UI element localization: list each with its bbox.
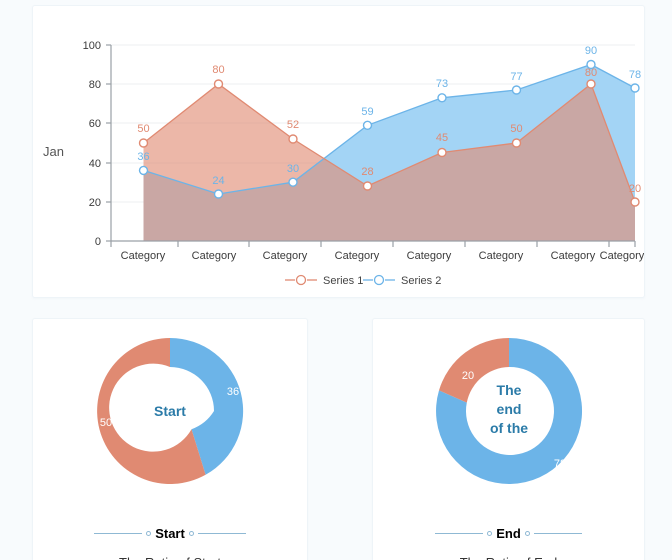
end-divider-label: End xyxy=(496,526,521,541)
y-tick-40: 40 xyxy=(89,158,101,170)
area-chart-card: 100 80 60 40 20 0 Jan 50 80 52 28 45 50 … xyxy=(32,5,645,298)
end-ratio-caption: The Ratio of End xyxy=(373,555,644,560)
series2-label-4: 73 xyxy=(436,78,448,90)
series2-label-7: 78 xyxy=(629,69,641,81)
series1-label-1: 80 xyxy=(212,64,224,76)
divider-line-right xyxy=(533,533,582,534)
series2-label-3: 59 xyxy=(361,106,373,118)
series1-label-3: 28 xyxy=(361,166,373,178)
start-donut-value-series1: 50 xyxy=(100,417,112,429)
x-label-5: Category xyxy=(479,250,524,262)
x-label-7: Category xyxy=(600,250,644,262)
end-donut-center-line-0: The xyxy=(497,382,522,398)
series1-label-4: 45 xyxy=(436,132,448,144)
end-donut-value-series1: 20 xyxy=(462,370,474,382)
divider-dot-right xyxy=(524,531,530,536)
divider-line-right xyxy=(197,533,246,534)
series2-label-2: 30 xyxy=(287,163,299,175)
y-tick-0: 0 xyxy=(95,236,101,248)
series2-label-0: 36 xyxy=(137,151,149,163)
divider-line-left xyxy=(94,533,143,534)
x-label-6: Category xyxy=(551,250,596,262)
y-tick-80: 80 xyxy=(89,79,101,91)
divider-dot-left xyxy=(487,531,493,536)
area-chart-svg[interactable]: 100 80 60 40 20 0 Jan 50 80 52 28 45 50 … xyxy=(33,6,644,297)
series2-label-5: 77 xyxy=(510,71,522,83)
end-donut-center-line-1: end xyxy=(497,401,522,417)
legend-label-series2: Series 2 xyxy=(401,275,441,287)
legend-item-series1[interactable]: Series 1 xyxy=(285,274,363,287)
start-ratio-caption: The Ratio of Start xyxy=(33,555,307,560)
start-donut-value-series2: 36 xyxy=(227,386,239,398)
y-tick-60: 60 xyxy=(89,118,101,130)
start-donut-center-label: Start xyxy=(154,403,186,419)
series2-label-6: 90 xyxy=(585,45,597,57)
series1-label-6: 80 xyxy=(585,67,597,79)
start-ratio-card: 36 50 Start Start The Ratio of Start xyxy=(32,318,308,560)
end-ratio-card: 20 78 The end of the End The Ratio of En… xyxy=(372,318,645,560)
x-label-3: Category xyxy=(335,250,380,262)
divider-dot-left xyxy=(146,531,152,536)
start-divider: Start xyxy=(33,526,307,541)
x-axis xyxy=(110,240,636,247)
series1-label-7: 20 xyxy=(629,183,641,195)
divider-line-left xyxy=(435,533,484,534)
x-label-4: Category xyxy=(407,250,452,262)
dashboard-page: 100 80 60 40 20 0 Jan 50 80 52 28 45 50 … xyxy=(0,0,672,560)
x-label-1: Category xyxy=(192,250,237,262)
legend-label-series1: Series 1 xyxy=(323,275,363,287)
start-divider-label: Start xyxy=(155,526,185,541)
y-tick-20: 20 xyxy=(89,197,101,209)
series2-label-1: 24 xyxy=(212,175,224,187)
legend-item-series2[interactable]: Series 2 xyxy=(363,274,441,287)
end-donut-center-line-2: of the xyxy=(490,420,528,436)
x-label-2: Category xyxy=(263,250,308,262)
series1-label-0: 50 xyxy=(137,123,149,135)
y-tick-100: 100 xyxy=(83,40,101,52)
end-divider: End xyxy=(373,526,644,541)
x-label-0: Category xyxy=(121,250,166,262)
divider-dot-right xyxy=(188,531,194,536)
series1-label-5: 50 xyxy=(510,123,522,135)
series1-label-2: 52 xyxy=(287,119,299,131)
legend-marker-series1 xyxy=(295,274,307,286)
end-donut-svg[interactable]: 20 78 The end of the xyxy=(373,319,644,505)
end-donut-value-series2: 78 xyxy=(554,458,566,470)
start-donut-svg[interactable]: 36 50 Start xyxy=(33,319,307,505)
y-axis xyxy=(106,44,112,242)
y-axis-title: Jan xyxy=(43,144,64,159)
legend-marker-series2 xyxy=(373,274,385,286)
